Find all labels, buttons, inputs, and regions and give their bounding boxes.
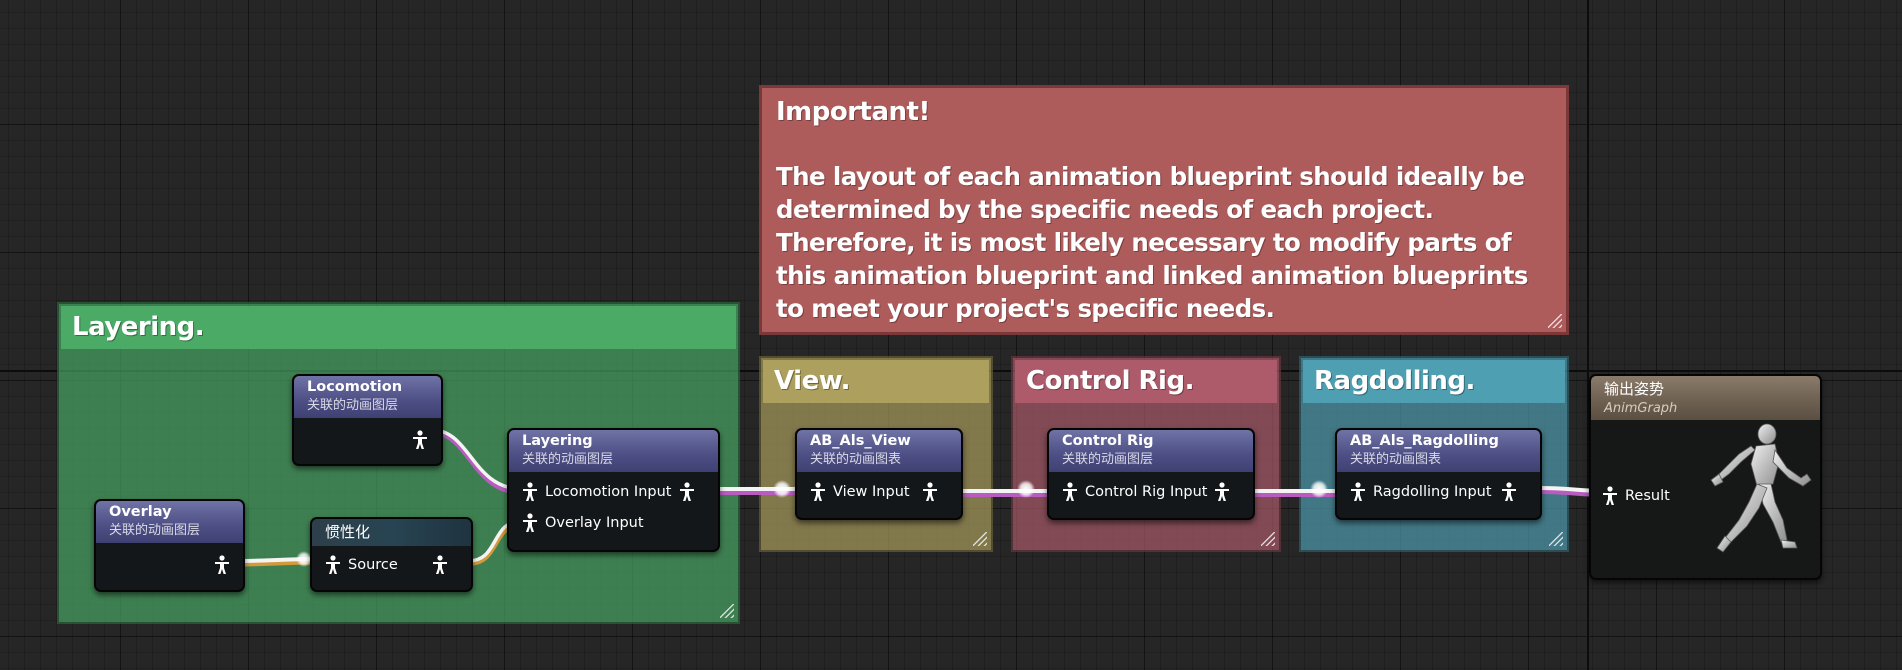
pose-pin-icon[interactable] bbox=[324, 555, 342, 575]
pose-pin-icon[interactable] bbox=[213, 555, 231, 575]
pose-pin-icon[interactable] bbox=[1500, 482, 1518, 502]
node-title: AB_Als_Ragdolling bbox=[1350, 433, 1499, 449]
pin-result[interactable]: Result bbox=[1601, 484, 1670, 508]
node-title: Locomotion bbox=[307, 379, 403, 395]
pose-pin-icon[interactable] bbox=[521, 482, 539, 502]
node-locomotion[interactable]: Locomotion 关联的动画图层 bbox=[292, 374, 443, 466]
node-subtitle: 关联的动画图层 bbox=[109, 523, 201, 538]
node-subtitle: 关联的动画图层 bbox=[307, 398, 399, 413]
pose-pin-icon[interactable] bbox=[921, 482, 939, 502]
pin-label: Locomotion Input bbox=[545, 484, 672, 500]
node-control-rig[interactable]: Control Rig 关联的动画图层 Control Rig Input bbox=[1047, 428, 1255, 520]
node-subtitle: 关联的动画图层 bbox=[1062, 452, 1154, 467]
node-title: 输出姿势 bbox=[1604, 380, 1665, 398]
running-mannequin-icon bbox=[1710, 423, 1812, 553]
pose-pin-icon[interactable] bbox=[521, 513, 539, 533]
node-title: 惯性化 bbox=[325, 523, 371, 541]
node-header[interactable]: Control Rig 关联的动画图层 bbox=[1049, 430, 1253, 472]
pose-pin-icon[interactable] bbox=[411, 430, 429, 450]
pose-pin-icon[interactable] bbox=[1061, 482, 1079, 502]
node-subtitle: AnimGraph bbox=[1604, 401, 1678, 416]
pin-overlay-input[interactable]: Overlay Input bbox=[521, 511, 708, 535]
pose-pin-icon[interactable] bbox=[809, 482, 827, 502]
pin-label: Ragdolling Input bbox=[1373, 484, 1492, 500]
pin-label: Overlay Input bbox=[545, 515, 644, 531]
node-title: Control Rig bbox=[1062, 433, 1154, 449]
pin-locomotion-input[interactable]: Locomotion Input bbox=[521, 480, 708, 504]
pin-label: Control Rig Input bbox=[1085, 484, 1208, 500]
node-header[interactable]: 输出姿势 AnimGraph bbox=[1591, 376, 1820, 420]
pin-control-rig-input[interactable]: Control Rig Input bbox=[1061, 480, 1243, 504]
node-subtitle: 关联的动画图表 bbox=[1350, 452, 1442, 467]
node-title: Overlay bbox=[109, 504, 172, 520]
pin-source[interactable]: Source bbox=[324, 553, 461, 577]
node-header[interactable]: Locomotion 关联的动画图层 bbox=[294, 376, 441, 418]
node-overlay[interactable]: Overlay 关联的动画图层 bbox=[94, 499, 245, 592]
node-layering[interactable]: Layering 关联的动画图层 Locomotion Input Overla… bbox=[507, 428, 720, 552]
pose-pin-icon[interactable] bbox=[1213, 482, 1231, 502]
node-subtitle: 关联的动画图层 bbox=[522, 452, 614, 467]
node-ragdolling[interactable]: AB_Als_Ragdolling 关联的动画图表 Ragdolling Inp… bbox=[1335, 428, 1542, 520]
node-header[interactable]: Overlay 关联的动画图层 bbox=[96, 501, 243, 543]
node-output-pose[interactable]: 输出姿势 AnimGraph Result bbox=[1589, 374, 1822, 580]
pin-ragdolling-input[interactable]: Ragdolling Input bbox=[1349, 480, 1530, 504]
node-header[interactable]: 惯性化 bbox=[312, 519, 471, 546]
node-header[interactable]: AB_Als_Ragdolling 关联的动画图表 bbox=[1337, 430, 1540, 472]
pose-pin-icon[interactable] bbox=[1601, 486, 1619, 506]
pin-label: View Input bbox=[833, 484, 910, 500]
node-title: Layering bbox=[522, 433, 593, 449]
pose-pin-icon[interactable] bbox=[431, 555, 449, 575]
node-header[interactable]: Layering 关联的动画图层 bbox=[509, 430, 718, 472]
pin-label: Source bbox=[348, 557, 398, 573]
node-view[interactable]: AB_Als_View 关联的动画图表 View Input bbox=[795, 428, 963, 520]
node-title: AB_Als_View bbox=[810, 433, 911, 449]
node-inertialization[interactable]: 惯性化 Source bbox=[310, 517, 473, 592]
pose-pin-icon[interactable] bbox=[678, 482, 696, 502]
pose-pin-icon[interactable] bbox=[1349, 482, 1367, 502]
pin-view-input[interactable]: View Input bbox=[809, 480, 951, 504]
node-header[interactable]: AB_Als_View 关联的动画图表 bbox=[797, 430, 961, 472]
pin-label: Result bbox=[1625, 488, 1670, 504]
node-subtitle: 关联的动画图表 bbox=[810, 452, 902, 467]
